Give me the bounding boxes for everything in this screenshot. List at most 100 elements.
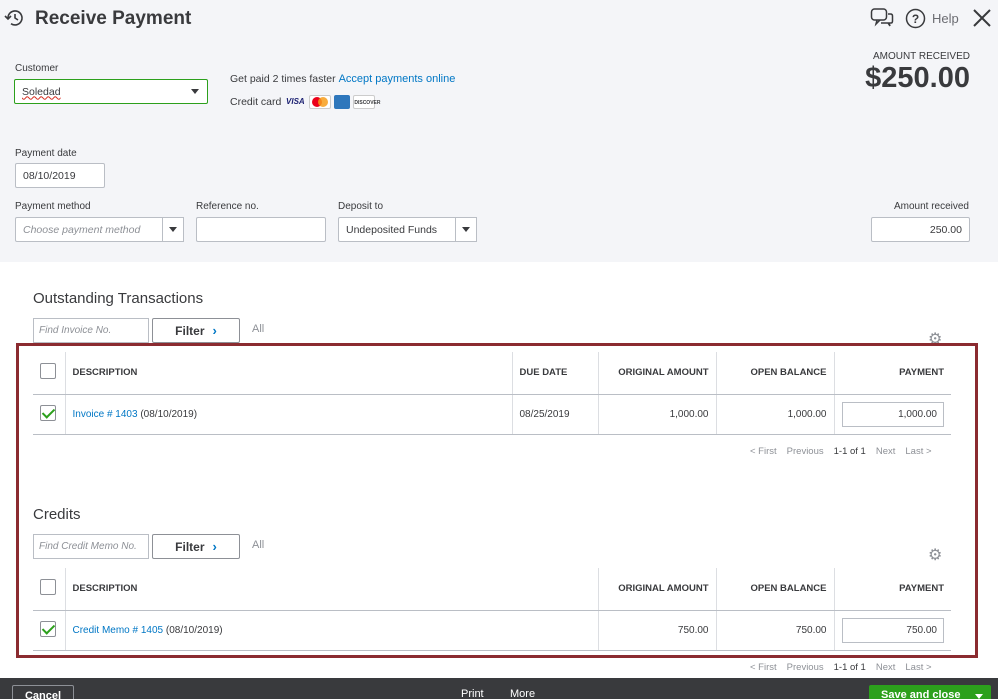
pager-count: 1-1 of 1 xyxy=(833,446,866,457)
svg-text:?: ? xyxy=(912,12,919,26)
help-icon[interactable]: ? xyxy=(905,8,926,29)
deposit-to-dropdown-button[interactable] xyxy=(455,217,477,242)
deposit-to-label: Deposit to xyxy=(338,201,384,212)
payment-cell: 1,000.00 xyxy=(834,394,951,435)
outstanding-table-header: DESCRIPTION DUE DATE ORIGINAL AMOUNT OPE… xyxy=(33,352,951,395)
filter-label: Filter xyxy=(175,539,205,554)
caret-down-icon[interactable] xyxy=(975,694,983,699)
credits-settings-gear-icon[interactable]: ⚙ xyxy=(928,545,942,565)
pager-next[interactable]: Next xyxy=(876,662,896,673)
credit-memo-date: (08/10/2019) xyxy=(165,624,223,636)
pager-first[interactable]: < First xyxy=(750,446,777,457)
select-all-checkbox[interactable] xyxy=(40,363,56,380)
payment-date-value: 08/10/2019 xyxy=(23,169,76,182)
reference-input[interactable] xyxy=(196,217,326,242)
history-icon[interactable] xyxy=(4,7,26,29)
payment-date-label: Payment date xyxy=(15,148,77,159)
find-credit-memo-input[interactable]: Find Credit Memo No. xyxy=(33,534,149,559)
select-all-checkbox[interactable] xyxy=(40,579,56,596)
amount-received-summary-label: AMOUNT RECEIVED xyxy=(872,51,970,62)
invoice-date: (08/10/2019) xyxy=(140,408,198,420)
pager-count: 1-1 of 1 xyxy=(833,662,866,673)
accept-payments-link[interactable]: Accept payments online xyxy=(339,73,456,85)
footer-bar: Cancel Print More Save and close xyxy=(0,678,998,699)
payment-value: 750.00 xyxy=(906,624,937,636)
deposit-to-value: Undeposited Funds xyxy=(346,223,438,236)
table-row: Invoice # 1403 (08/10/2019) 08/25/2019 1… xyxy=(33,394,951,435)
invoice-link[interactable]: Invoice # 1403 xyxy=(73,409,138,420)
reference-label: Reference no. xyxy=(196,201,259,212)
credits-filter-button[interactable]: Filter › xyxy=(152,534,240,559)
pager-previous[interactable]: Previous xyxy=(787,446,824,457)
payment-method-dropdown-button[interactable] xyxy=(162,217,184,242)
pager-first[interactable]: < First xyxy=(750,662,777,673)
table-row: Credit Memo # 1405 (08/10/2019) 750.00 7… xyxy=(33,610,951,651)
payment-method-placeholder: Choose payment method xyxy=(23,223,141,236)
open-balance-cell: 750.00 xyxy=(716,610,835,651)
credits-title: Credits xyxy=(33,506,81,523)
row-checkbox[interactable] xyxy=(40,404,56,421)
customer-label: Customer xyxy=(15,63,59,74)
credits-all-label: All xyxy=(252,539,265,551)
row-checkbox-cell xyxy=(33,394,66,435)
close-icon[interactable] xyxy=(972,8,992,28)
amount-received-input[interactable]: 250.00 xyxy=(871,217,970,242)
column-header-description[interactable]: DESCRIPTION xyxy=(65,352,513,395)
pager-next[interactable]: Next xyxy=(876,446,896,457)
find-credit-memo-placeholder: Find Credit Memo No. xyxy=(39,541,137,552)
column-header-open-balance[interactable]: OPEN BALANCE xyxy=(716,568,835,611)
description-cell: Invoice # 1403 (08/10/2019) xyxy=(65,394,513,435)
pager-last[interactable]: Last > xyxy=(905,662,931,673)
feedback-icon[interactable] xyxy=(870,7,894,29)
column-header-open-balance[interactable]: OPEN BALANCE xyxy=(716,352,835,395)
chevron-right-icon: › xyxy=(212,323,217,338)
customer-select[interactable]: Soledad xyxy=(14,79,208,104)
amount-received-value: 250.00 xyxy=(929,223,962,236)
amount-received-label: Amount received xyxy=(893,201,969,212)
column-header-payment[interactable]: PAYMENT xyxy=(834,568,951,611)
more-button[interactable]: More xyxy=(510,688,535,699)
column-header-due-date[interactable]: DUE DATE xyxy=(512,352,599,395)
find-invoice-input[interactable]: Find Invoice No. xyxy=(33,318,149,343)
print-button[interactable]: Print xyxy=(461,688,484,699)
row-checkbox-cell xyxy=(33,610,66,651)
page-title: Receive Payment xyxy=(35,8,192,29)
outstanding-filter-button[interactable]: Filter › xyxy=(152,318,240,343)
discover-card-icon: DISCOVER xyxy=(353,95,380,109)
outstanding-transactions-title: Outstanding Transactions xyxy=(33,290,204,307)
chevron-right-icon: › xyxy=(212,539,217,554)
payment-input[interactable]: 750.00 xyxy=(842,617,944,643)
payment-method-select[interactable]: Choose payment method xyxy=(15,217,184,242)
select-all-checkbox-cell xyxy=(33,352,66,395)
payment-date-input[interactable]: 08/10/2019 xyxy=(15,163,105,188)
outstanding-all-label: All xyxy=(252,323,265,335)
find-invoice-placeholder: Find Invoice No. xyxy=(39,325,112,336)
payment-value: 1,000.00 xyxy=(898,408,937,420)
credits-table: DESCRIPTION ORIGINAL AMOUNT OPEN BALANCE… xyxy=(33,568,951,651)
column-header-original-amount[interactable]: ORIGINAL AMOUNT xyxy=(598,352,717,395)
credit-card-label: Credit card xyxy=(230,96,282,108)
credits-table-header: DESCRIPTION ORIGINAL AMOUNT OPEN BALANCE… xyxy=(33,568,951,611)
cancel-button[interactable]: Cancel xyxy=(12,685,74,699)
help-label[interactable]: Help xyxy=(932,11,959,26)
outstanding-table: DESCRIPTION DUE DATE ORIGINAL AMOUNT OPE… xyxy=(33,352,951,435)
pager-last[interactable]: Last > xyxy=(905,446,931,457)
credits-pager: < First Previous 1-1 of 1 Next Last > xyxy=(750,662,932,673)
payment-method-label: Payment method xyxy=(15,201,91,212)
pager-previous[interactable]: Previous xyxy=(787,662,824,673)
payment-input[interactable]: 1,000.00 xyxy=(842,401,944,427)
save-and-close-label: Save and close xyxy=(881,689,961,699)
amex-card-icon xyxy=(334,95,351,109)
column-header-payment[interactable]: PAYMENT xyxy=(834,352,951,395)
deposit-to-select[interactable]: Undeposited Funds xyxy=(338,217,477,242)
credit-memo-link[interactable]: Credit Memo # 1405 xyxy=(73,625,164,636)
original-amount-cell: 1,000.00 xyxy=(598,394,717,435)
open-balance-cell: 1,000.00 xyxy=(716,394,835,435)
save-and-close-button[interactable]: Save and close xyxy=(869,685,991,699)
credit-card-row: Credit card VISA DISCOVER xyxy=(230,95,380,109)
outstanding-pager: < First Previous 1-1 of 1 Next Last > xyxy=(750,446,932,457)
row-checkbox[interactable] xyxy=(40,620,56,637)
column-header-original-amount[interactable]: ORIGINAL AMOUNT xyxy=(598,568,717,611)
column-header-description[interactable]: DESCRIPTION xyxy=(65,568,599,611)
chevron-down-icon[interactable] xyxy=(191,89,199,94)
